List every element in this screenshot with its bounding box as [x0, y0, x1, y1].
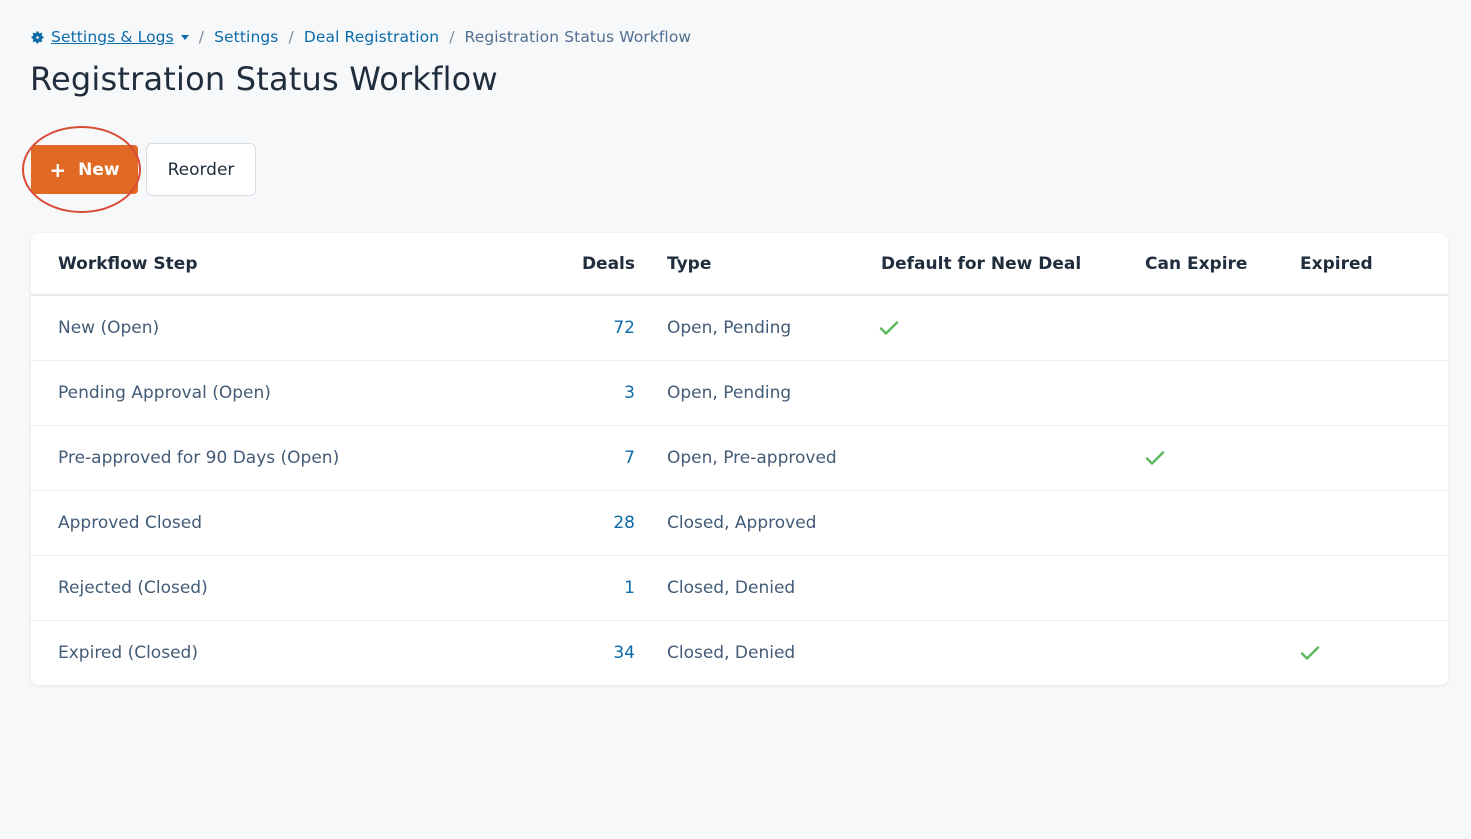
table-row[interactable]: New (Open) 72 Open, Pending [31, 295, 1448, 360]
can-expire-cell [1145, 295, 1300, 360]
page-title: Registration Status Workflow [30, 60, 498, 98]
workflow-step-name[interactable]: Pending Approval (Open) [31, 360, 551, 425]
header-expired[interactable]: Expired [1300, 233, 1448, 296]
new-button[interactable]: + New [31, 145, 138, 194]
default-for-new-deal-cell [881, 425, 1145, 490]
page: Settings & Logs / Settings / Deal Regist… [0, 0, 1471, 839]
expired-cell [1300, 555, 1448, 620]
breadcrumb-settings-link[interactable]: Settings [214, 28, 278, 46]
can-expire-cell [1145, 490, 1300, 555]
breadcrumb-settings-logs-dropdown[interactable]: Settings & Logs [30, 28, 189, 46]
header-default-for-new-deal[interactable]: Default for New Deal [881, 233, 1145, 296]
header-can-expire[interactable]: Can Expire [1145, 233, 1300, 296]
deals-count-cell: 7 [551, 425, 635, 490]
can-expire-cell [1145, 620, 1300, 685]
reorder-button[interactable]: Reorder [146, 143, 256, 196]
table-row[interactable]: Approved Closed 28 Closed, Approved [31, 490, 1448, 555]
deals-count-cell: 34 [551, 620, 635, 685]
checkmark-icon [1145, 450, 1165, 465]
new-button-label: New [78, 159, 120, 180]
workflow-step-name[interactable]: Pre-approved for 90 Days (Open) [31, 425, 551, 490]
breadcrumb-separator: / [198, 28, 205, 46]
default-for-new-deal-cell [881, 620, 1145, 685]
breadcrumb-separator: / [288, 28, 294, 46]
deals-count-link[interactable]: 1 [624, 578, 635, 598]
deals-count-cell: 1 [551, 555, 635, 620]
deals-count-link[interactable]: 34 [613, 643, 635, 663]
type-cell: Open, Pending [667, 317, 792, 338]
breadcrumb-separator: / [449, 28, 455, 46]
workflow-table-card: Workflow Step Deals Type Default for New… [31, 233, 1448, 685]
type-cell: Closed, Denied [667, 642, 796, 663]
checkmark-icon [879, 321, 899, 335]
reorder-button-label: Reorder [167, 159, 235, 180]
expired-cell [1300, 295, 1448, 360]
can-expire-cell [1145, 555, 1300, 620]
plus-icon: + [49, 157, 67, 182]
deals-count-link[interactable]: 72 [613, 318, 635, 338]
breadcrumb-root-label: Settings & Logs [51, 28, 174, 46]
can-expire-cell [1145, 425, 1300, 490]
workflow-step-name[interactable]: New (Open) [31, 295, 551, 360]
can-expire-cell [1145, 360, 1300, 425]
type-cell: Closed, Approved [667, 512, 817, 533]
header-type[interactable]: Type [635, 233, 881, 296]
table-row[interactable]: Pre-approved for 90 Days (Open) 7 Open, Pr… [31, 425, 1448, 490]
header-workflow-step[interactable]: Workflow Step [31, 233, 551, 296]
workflow-step-name[interactable]: Approved Closed [31, 490, 551, 555]
deals-count-link[interactable]: 28 [613, 513, 635, 533]
table-header-row: Workflow Step Deals Type Default for New… [31, 233, 1448, 296]
default-for-new-deal-cell [881, 360, 1145, 425]
expired-cell [1300, 620, 1448, 685]
deals-count-cell: 28 [551, 490, 635, 555]
table-row[interactable]: Pending Approval (Open) 3 Open, Pending [31, 360, 1448, 425]
default-for-new-deal-cell [881, 490, 1145, 555]
gear-icon [31, 31, 44, 43]
workflow-step-name[interactable]: Rejected (Closed) [31, 555, 551, 620]
type-cell: Closed, Denied [667, 577, 796, 598]
breadcrumb-current: Registration Status Workflow [464, 28, 692, 46]
default-for-new-deal-cell [879, 295, 1145, 360]
table-row[interactable]: Expired (Closed) 34 Closed, Denied [31, 620, 1448, 685]
type-cell: Open, Pre-approved [667, 447, 837, 468]
workflow-step-name[interactable]: Expired (Closed) [31, 620, 551, 685]
expired-cell [1300, 425, 1448, 490]
expired-cell [1300, 490, 1448, 555]
checkmark-icon [1300, 646, 1320, 660]
deals-count-cell: 3 [551, 360, 635, 425]
workflow-table: Workflow Step Deals Type Default for New… [31, 233, 1448, 685]
deals-count-link[interactable]: 3 [624, 383, 635, 403]
deals-count-cell: 72 [551, 295, 635, 360]
header-deals[interactable]: Deals [551, 233, 635, 296]
caret-down-icon [180, 34, 189, 40]
expired-cell [1300, 360, 1448, 425]
table-row[interactable]: Rejected (Closed) 1 Closed, Denied [31, 555, 1448, 620]
default-for-new-deal-cell [881, 555, 1145, 620]
type-cell: Open, Pending [667, 382, 792, 403]
breadcrumb: Settings & Logs / Settings / Deal Regist… [30, 26, 691, 48]
deals-count-link[interactable]: 7 [624, 448, 635, 468]
breadcrumb-deal-registration-link[interactable]: Deal Registration [304, 28, 439, 46]
